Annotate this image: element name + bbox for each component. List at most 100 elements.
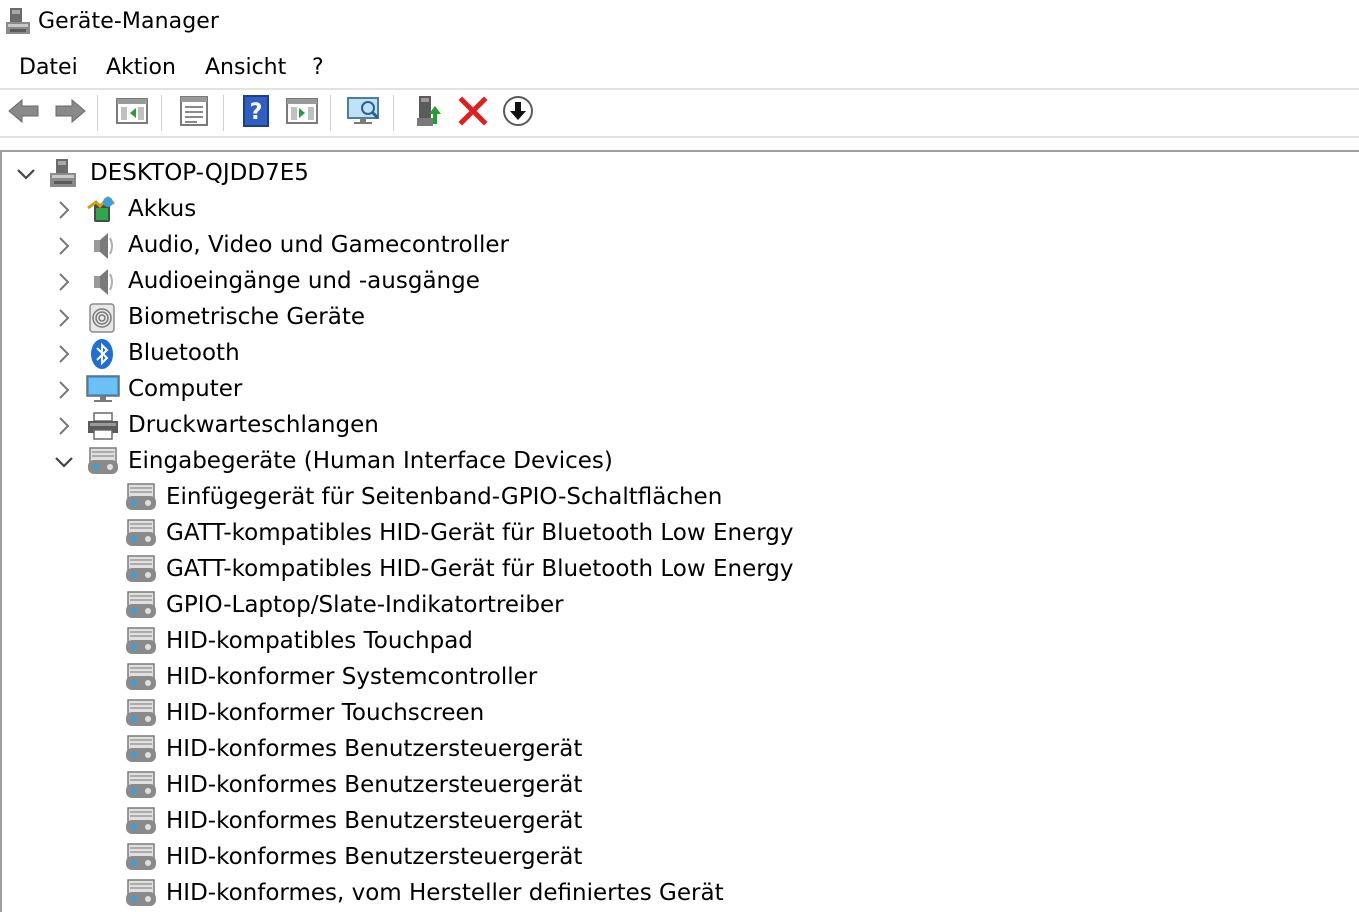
device-item[interactable]: GATT-kompatibles HID-Gerät für Bluetooth… (2, 516, 1352, 552)
chevron-right-icon[interactable] (52, 300, 76, 336)
hid-icon (124, 806, 156, 838)
speaker-icon (86, 230, 118, 262)
category-label: Druckwarteschlangen (128, 412, 379, 438)
hid-icon (124, 482, 156, 514)
help-icon: ? (242, 95, 270, 131)
chevron-right-icon[interactable] (52, 372, 76, 408)
menu-aktion[interactable]: Aktion (106, 55, 176, 80)
category-bluetooth[interactable]: Bluetooth (2, 336, 1352, 372)
device-item[interactable]: Einfügegerät für Seitenband-GPIO-Schaltf… (2, 480, 1352, 516)
forward-button[interactable] (50, 93, 90, 133)
category-label: Audioeingänge und -ausgänge (128, 268, 480, 294)
forward-arrow-icon (53, 97, 87, 129)
category-druckwarteschlangen[interactable]: Druckwarteschlangen (2, 408, 1352, 444)
chevron-right-icon[interactable] (52, 192, 76, 228)
hid-icon (124, 734, 156, 766)
tree-root[interactable]: DESKTOP-QJDD7E5 (2, 156, 1352, 192)
title-bar: Geräte-Manager (0, 0, 1359, 46)
show-action-pane-icon (285, 96, 319, 130)
printer-icon (86, 410, 118, 442)
device-label: HID-konformer Touchscreen (166, 700, 485, 726)
show-hide-console-tree-button[interactable] (112, 93, 152, 133)
chevron-right-icon[interactable] (52, 336, 76, 372)
scan-hardware-button[interactable] (344, 93, 384, 133)
help-button[interactable]: ? (236, 93, 276, 133)
chevron-right-icon[interactable] (52, 408, 76, 444)
speaker-icon (86, 266, 118, 298)
menu-datei[interactable]: Datei (19, 55, 78, 80)
device-item[interactable]: HID-konformes Benutzersteuergerät (2, 768, 1352, 804)
menu-ansicht[interactable]: Ansicht (205, 55, 286, 80)
category-eingabegeraete-hid[interactable]: Eingabegeräte (Human Interface Devices) (2, 444, 1352, 480)
device-label: HID-konformes Benutzersteuergerät (166, 844, 583, 870)
category-label: Computer (128, 376, 243, 402)
hid-icon (86, 446, 118, 478)
device-label: Einfügegerät für Seitenband-GPIO-Schaltf… (166, 484, 723, 510)
tree-root-label: DESKTOP-QJDD7E5 (90, 160, 309, 186)
properties-icon (178, 95, 210, 131)
back-button[interactable] (4, 93, 44, 133)
uninstall-device-button[interactable] (453, 93, 493, 133)
chevron-right-icon[interactable] (52, 264, 76, 300)
toolbar-separator (223, 95, 224, 131)
category-audio-video-gamecontroller[interactable]: Audio, Video und Gamecontroller (2, 228, 1352, 264)
update-driver-button[interactable] (408, 93, 448, 133)
device-label: HID-konformes Benutzersteuergerät (166, 772, 583, 798)
device-label: HID-konformes Benutzersteuergerät (166, 808, 583, 834)
category-akkus[interactable]: Akkus (2, 192, 1352, 228)
device-label: GATT-kompatibles HID-Gerät für Bluetooth… (166, 520, 794, 546)
monitor-icon (86, 374, 120, 406)
category-label: Eingabegeräte (Human Interface Devices) (128, 448, 613, 474)
toolbar-separator (330, 95, 331, 131)
menu-help[interactable]: ? (312, 55, 324, 80)
svg-text:?: ? (250, 100, 263, 125)
chevron-right-icon[interactable] (52, 228, 76, 264)
toolbar-separator (161, 95, 162, 131)
toolbar-separator (393, 95, 394, 131)
device-label: GATT-kompatibles HID-Gerät für Bluetooth… (166, 556, 794, 582)
hid-icon (124, 554, 156, 586)
uninstall-device-icon (458, 96, 488, 130)
hid-icon (124, 590, 156, 622)
hid-icon (124, 626, 156, 658)
bluetooth-icon (86, 338, 118, 370)
category-biometrische-geraete[interactable]: Biometrische Geräte (2, 300, 1352, 336)
device-manager-icon (4, 6, 32, 42)
device-item[interactable]: HID-konformer Touchscreen (2, 696, 1352, 732)
update-driver-icon (413, 94, 443, 132)
hid-icon (124, 662, 156, 694)
back-arrow-icon (7, 97, 41, 129)
battery-icon (86, 194, 118, 226)
computer-tower-icon (48, 158, 80, 190)
device-item[interactable]: GPIO-Laptop/Slate-Indikatortreiber (2, 588, 1352, 624)
toolbar-separator (97, 95, 98, 131)
toolbar-separator-line (0, 136, 1359, 138)
device-label: HID-konformer Systemcontroller (166, 664, 538, 690)
category-label: Bluetooth (128, 340, 240, 366)
chevron-down-icon[interactable] (14, 156, 38, 192)
device-item[interactable]: HID-konformer Systemcontroller (2, 660, 1352, 696)
device-item[interactable]: HID-kompatibles Touchpad (2, 624, 1352, 660)
toolbar: ? (0, 90, 1359, 136)
show-hide-console-tree-icon (115, 96, 149, 130)
category-label: Akkus (128, 196, 197, 222)
device-label: HID-kompatibles Touchpad (166, 628, 473, 654)
device-item[interactable]: GATT-kompatibles HID-Gerät für Bluetooth… (2, 552, 1352, 588)
category-computer[interactable]: Computer (2, 372, 1352, 408)
device-item[interactable]: HID-konformes Benutzersteuergerät (2, 840, 1352, 876)
hid-icon (124, 518, 156, 550)
download-button[interactable] (498, 93, 538, 133)
device-tree[interactable]: DESKTOP-QJDD7E5 Akkus Audio, Video und G… (0, 150, 1359, 912)
properties-button[interactable] (174, 93, 214, 133)
scan-hardware-changes-icon (346, 95, 382, 131)
category-audioeingaenge-ausgaenge[interactable]: Audioeingänge und -ausgänge (2, 264, 1352, 300)
device-label: HID-konformes Benutzersteuergerät (166, 736, 583, 762)
show-action-pane-button[interactable] (282, 93, 322, 133)
hid-icon (124, 770, 156, 802)
device-item[interactable]: HID-konformes, vom Hersteller definierte… (2, 876, 1352, 912)
device-item[interactable]: HID-konformes Benutzersteuergerät (2, 732, 1352, 768)
chevron-down-icon[interactable] (52, 444, 76, 480)
category-label: Biometrische Geräte (128, 304, 366, 330)
device-label: GPIO-Laptop/Slate-Indikatortreiber (166, 592, 564, 618)
device-item[interactable]: HID-konformes Benutzersteuergerät (2, 804, 1352, 840)
